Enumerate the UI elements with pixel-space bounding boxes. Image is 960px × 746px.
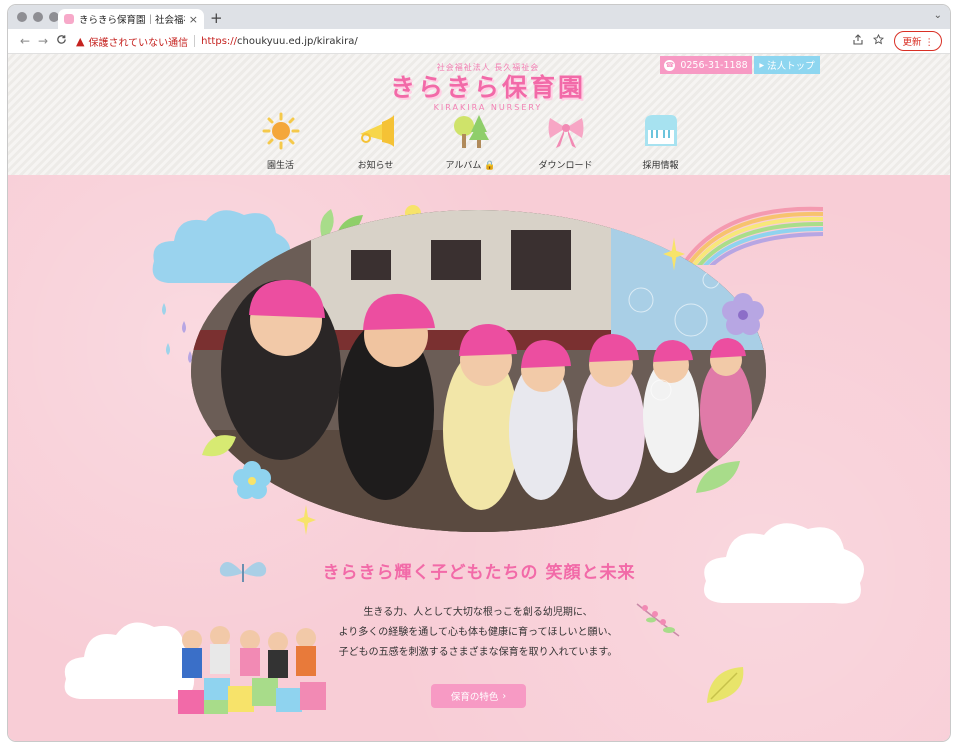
- tab-menu-icon[interactable]: ⌄: [934, 10, 942, 21]
- desc-line: より多くの経験を通して心も体も健康に育ってほしいと願い、: [338, 627, 618, 638]
- new-tab-button[interactable]: +: [210, 9, 223, 27]
- close-window-button[interactable]: [17, 12, 27, 22]
- leaf-illustration: [696, 461, 740, 493]
- browser-tab[interactable]: きらきら保育園｜社会福祉法人 ×: [58, 9, 204, 29]
- phone-button[interactable]: ☎ 0256-31-1188: [660, 56, 752, 74]
- security-label: 保護されていない通信: [88, 37, 189, 49]
- browser-window: きらきら保育園｜社会福祉法人 × + ⌄ ← → ▲ 保護されていない通信 ht…: [8, 5, 950, 741]
- corp-top-label: 法人トップ: [767, 61, 815, 72]
- warning-icon: ▲: [76, 34, 85, 48]
- bookmark-star-icon[interactable]: [873, 33, 885, 48]
- piano-icon: [641, 112, 681, 150]
- nav-label-news: お知らせ: [357, 161, 394, 171]
- nav-item-life[interactable]: 園生活: [233, 112, 328, 171]
- window-controls: [17, 12, 59, 22]
- nav-label-life: 園生活: [266, 161, 294, 171]
- toolbar-icons: [853, 33, 885, 48]
- arrow-right-icon: ›: [502, 690, 507, 702]
- address-separator: [194, 35, 196, 47]
- address-bar[interactable]: ▲ 保護されていない通信 https:// choukyuu.ed.jp/kir…: [76, 32, 853, 51]
- features-button[interactable]: 保育の特色 ›: [431, 684, 526, 708]
- reload-icon: [56, 35, 66, 44]
- logo-en: KIRAKIRA NURSERY: [433, 103, 543, 112]
- web-page: 社会福祉法人 長久福祉会 きらきら保育園 KIRAKIRA NURSERY ☎ …: [8, 54, 950, 741]
- favicon-icon: [64, 14, 74, 24]
- trees-icon: [451, 112, 491, 150]
- sparkle-icon: [296, 505, 316, 535]
- nav-item-album[interactable]: アルバム 🔒: [423, 112, 518, 171]
- site-logo[interactable]: 社会福祉法人 長久福祉会 きらきら保育園 KIRAKIRA NURSERY: [388, 62, 588, 112]
- logo-text: きらきら保育園: [389, 73, 586, 102]
- tab-bar: きらきら保育園｜社会福祉法人 × + ⌄: [8, 5, 950, 29]
- nav-item-news[interactable]: お知らせ: [328, 112, 423, 171]
- corp-top-button[interactable]: ▸ 法人トップ: [754, 56, 820, 74]
- sun-icon: [261, 112, 301, 150]
- ribbon-icon: [546, 112, 586, 150]
- flower-leaf-illustration: [202, 435, 271, 499]
- corp-name: 社会福祉法人 長久福祉会: [436, 63, 540, 72]
- tab-title: きらきら保育園｜社会福祉法人: [79, 15, 185, 26]
- back-button[interactable]: ←: [16, 34, 34, 48]
- url-scheme: https://: [201, 35, 238, 47]
- trumpet-icon: [356, 112, 396, 150]
- nav-item-recruit[interactable]: 採用情報: [613, 112, 708, 171]
- browser-toolbar: ← → ▲ 保護されていない通信 https:// choukyuu.ed.jp…: [8, 29, 950, 54]
- nav-label-recruit: 採用情報: [642, 161, 679, 171]
- nav-label-download: ダウンロード: [538, 161, 593, 171]
- hero-section: きらきら輝く子どもたちの 笑顔と未来 生きる力、人として大切な根っこを創る幼児期…: [8, 175, 950, 741]
- desc-line: 子どもの五感を刺激するさまざまな保育を取り入れています。: [338, 647, 618, 658]
- arrow-right-icon: ▸: [759, 59, 765, 71]
- yellow-leaf-illustration: [707, 667, 744, 703]
- hero-catchphrase: きらきら輝く子どもたちの 笑顔と未来: [322, 563, 636, 583]
- phone-number: 0256-31-1188: [680, 59, 748, 71]
- minimize-window-button[interactable]: [33, 12, 43, 22]
- phone-icon: ☎: [664, 59, 676, 71]
- share-icon[interactable]: [853, 34, 864, 48]
- site-header: 社会福祉法人 長久福祉会 きらきら保育園 KIRAKIRA NURSERY ☎ …: [8, 54, 950, 175]
- sparkle-icon-2: [663, 237, 685, 271]
- global-nav: 園生活 お知らせ アルバム 🔒 ダウンロード 採用情報: [233, 112, 708, 171]
- forward-button[interactable]: →: [34, 34, 52, 48]
- nav-label-album: アルバム 🔒: [445, 161, 496, 171]
- update-label: 更新: [902, 37, 922, 48]
- update-button[interactable]: 更新 ⋮: [894, 31, 942, 51]
- reload-button[interactable]: [52, 34, 70, 48]
- rainbow-illustration: [683, 206, 823, 265]
- purple-flower-illustration: [722, 293, 764, 335]
- url-text: choukyuu.ed.jp/kirakira/: [237, 35, 358, 47]
- features-button-label: 保育の特色: [450, 692, 499, 703]
- desc-line: 生きる力、人として大切な根っこを創る幼児期に、: [363, 607, 593, 618]
- nav-item-download[interactable]: ダウンロード: [518, 112, 613, 171]
- hero-description: 生きる力、人として大切な根っこを創る幼児期に、 より多くの経験を通して心も体も健…: [308, 603, 648, 663]
- tab-close-icon[interactable]: ×: [189, 13, 198, 26]
